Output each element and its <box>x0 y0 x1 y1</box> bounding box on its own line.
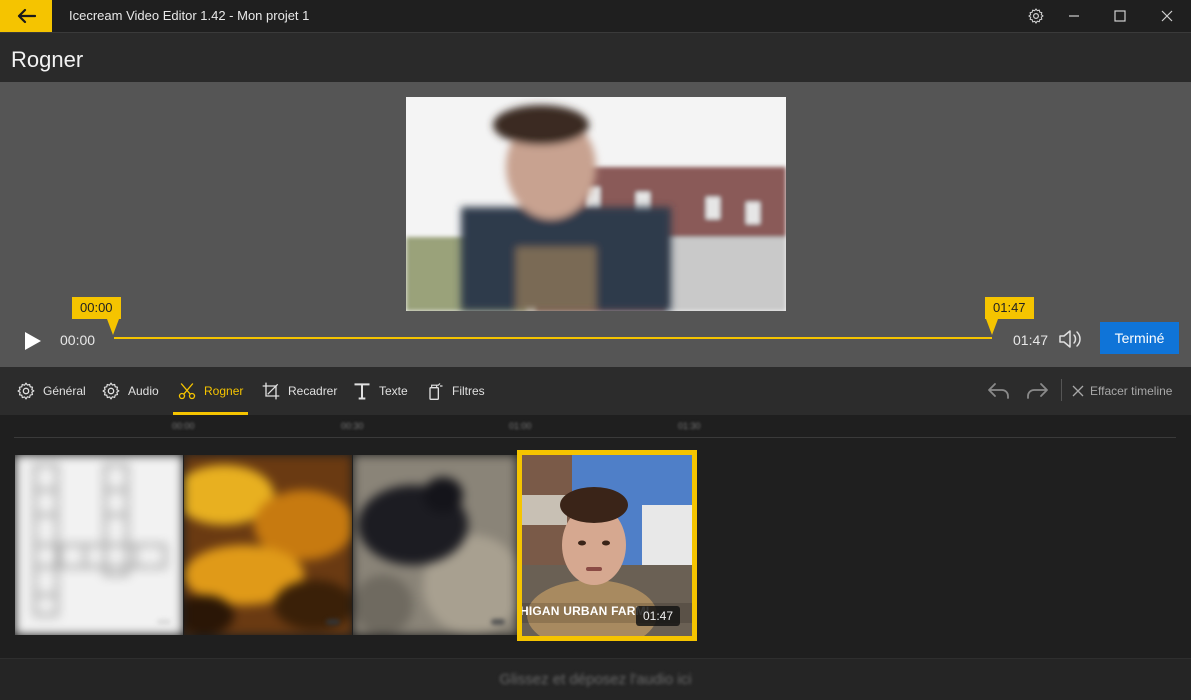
clip-caption: HIGAN URBAN FARMI <box>520 604 650 618</box>
done-button[interactable]: Terminé <box>1100 322 1179 354</box>
scissors-icon <box>178 383 196 400</box>
clip-thumbnail <box>353 455 517 635</box>
clear-timeline-label: Effacer timeline <box>1090 384 1173 398</box>
clip-duration <box>491 619 505 625</box>
ruler-tick-label: 01:30 <box>678 421 701 431</box>
minimize-button[interactable] <box>1052 0 1096 32</box>
close-icon <box>1161 10 1173 22</box>
window-title: Icecream Video Editor 1.42 - Mon projet … <box>69 8 310 23</box>
close-icon <box>1072 385 1084 397</box>
tab-label: Audio <box>128 384 159 398</box>
video-frame-image <box>406 97 786 311</box>
clear-timeline-button[interactable]: Effacer timeline <box>1072 367 1172 415</box>
arrow-left-icon <box>17 8 36 24</box>
play-icon <box>25 332 41 350</box>
audio-drop-hint: Glissez et déposez l'audio ici <box>499 671 692 688</box>
toolbar-divider <box>1061 379 1062 401</box>
ruler-tick-label: 00:30 <box>341 421 364 431</box>
audio-drop-zone[interactable]: Glissez et déposez l'audio ici <box>0 658 1191 700</box>
ruler-tick-label: 01:00 <box>509 421 532 431</box>
volume-icon <box>1059 330 1081 348</box>
gear-icon <box>102 382 120 400</box>
undo-button[interactable] <box>986 379 1012 403</box>
maximize-icon <box>1114 10 1126 22</box>
trim-range-track[interactable] <box>114 337 992 339</box>
timeline-panel: 00:00 00:30 01:00 01:30 HIGAN URBAN FARM… <box>0 415 1191 658</box>
text-icon <box>354 383 370 400</box>
tab-general[interactable]: Général <box>16 367 86 415</box>
timeline-clip[interactable] <box>184 455 352 635</box>
filter-icon <box>429 383 443 400</box>
timeline-clip-selected[interactable]: HIGAN URBAN FARMI 01:47 <box>517 450 697 641</box>
clip-thumbnail <box>15 455 183 635</box>
redo-button[interactable] <box>1024 379 1050 403</box>
tab-label: Texte <box>379 384 408 398</box>
page-title: Rogner <box>11 47 84 72</box>
tab-label: Filtres <box>452 384 485 398</box>
clip-duration <box>157 619 171 625</box>
app-window: Icecream Video Editor 1.42 - Mon projet … <box>0 0 1191 700</box>
tab-label: Recadrer <box>288 384 338 398</box>
clip-duration <box>326 619 340 625</box>
edit-toolbar: Général Audio Rogner Recadrer Texte Filt… <box>0 367 1191 415</box>
trim-end-handle[interactable] <box>986 319 998 335</box>
gear-icon <box>1028 8 1044 24</box>
title-bar: Icecream Video Editor 1.42 - Mon projet … <box>0 0 1191 32</box>
tab-text[interactable]: Texte <box>352 367 408 415</box>
volume-button[interactable] <box>1058 328 1084 350</box>
trim-start-marker[interactable]: 00:00 <box>72 297 121 319</box>
tab-audio[interactable]: Audio <box>101 367 159 415</box>
back-button[interactable] <box>0 0 52 32</box>
crop-icon <box>262 382 280 400</box>
undo-icon <box>988 383 1009 399</box>
ruler-tick-label: 00:00 <box>172 421 195 431</box>
minimize-icon <box>1069 15 1079 17</box>
tab-label: Général <box>43 384 86 398</box>
tab-trim[interactable]: Rogner <box>173 367 248 415</box>
trim-end-marker[interactable]: 01:47 <box>985 297 1034 319</box>
close-button[interactable] <box>1145 0 1189 32</box>
video-frame[interactable] <box>406 97 786 311</box>
end-time: 01:47 <box>1013 332 1049 348</box>
play-button[interactable] <box>20 329 44 353</box>
clip-thumbnail <box>184 455 352 635</box>
tab-label: Rogner <box>204 384 244 398</box>
timeline-clip[interactable] <box>15 455 183 635</box>
timeline-clip[interactable] <box>353 455 517 635</box>
trim-start-handle[interactable] <box>107 319 119 335</box>
maximize-button[interactable] <box>1098 0 1142 32</box>
page-header: Rogner <box>0 32 1191 82</box>
redo-icon <box>1027 383 1048 399</box>
current-time: 00:00 <box>60 332 96 348</box>
timeline-ruler[interactable] <box>14 437 1176 438</box>
video-preview-area: 00:00 00:00 01:47 01:47 Terminé <box>0 82 1191 367</box>
gear-icon <box>17 382 35 400</box>
clip-duration: 01:47 <box>635 606 680 626</box>
tab-filters[interactable]: Filtres <box>425 367 485 415</box>
tab-crop[interactable]: Recadrer <box>261 367 337 415</box>
